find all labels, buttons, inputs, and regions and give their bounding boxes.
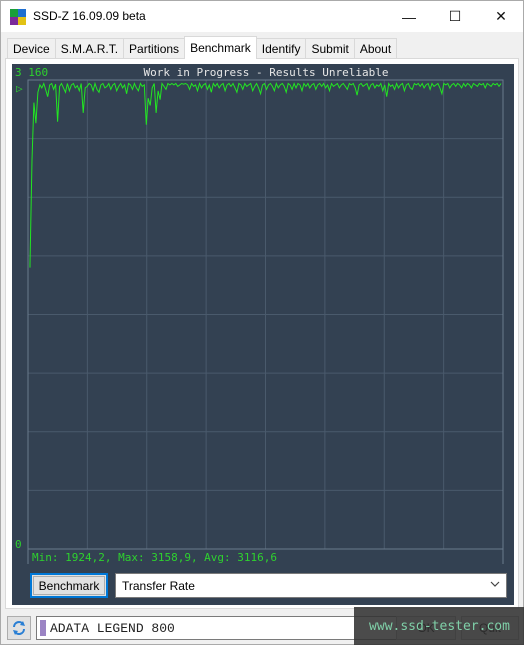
maximize-button[interactable]: ☐ <box>432 1 478 32</box>
app-window: SSD-Z 16.09.09 beta — ☐ ✕ Device S.M.A.R… <box>0 0 524 645</box>
chart-grid <box>28 80 503 549</box>
chart-title: Work in Progress - Results Unreliable <box>143 66 388 79</box>
drive-name: ADATA LEGEND 800 <box>50 621 175 636</box>
close-icon: ✕ <box>495 8 507 24</box>
window-title: SSD-Z 16.09.09 beta <box>33 9 146 23</box>
current-level-marker-icon: ▷ <box>16 82 23 95</box>
title-bar: SSD-Z 16.09.09 beta — ☐ ✕ <box>1 1 523 32</box>
benchmark-panel: 3 160 0 ▷ Work in Progress - Results Unr… <box>5 58 519 609</box>
tab-strip: Device S.M.A.R.T. Partitions Benchmark I… <box>7 36 398 59</box>
benchmark-button-label: Benchmark <box>38 578 100 593</box>
minimize-button[interactable]: — <box>386 1 432 32</box>
benchmark-mode-value: Transfer Rate <box>122 578 195 593</box>
minimize-icon: — <box>402 8 416 25</box>
close-button[interactable]: ✕ <box>478 1 524 32</box>
y-axis-max-label: 3 160 <box>15 66 48 79</box>
benchmark-button[interactable]: Benchmark <box>30 573 108 598</box>
tab-about[interactable]: About <box>353 38 398 59</box>
watermark: www.ssd-tester.com <box>354 607 524 645</box>
tab-identify[interactable]: Identify <box>255 38 307 59</box>
tab-submit[interactable]: Submit <box>305 38 355 59</box>
transfer-rate-chart: 3 160 0 ▷ Work in Progress - Results Unr… <box>15 66 504 564</box>
app-logo-icon <box>10 9 26 25</box>
tab-device[interactable]: Device <box>7 38 56 59</box>
chevron-down-icon <box>490 581 500 587</box>
chart-container: 3 160 0 ▷ Work in Progress - Results Unr… <box>12 64 514 605</box>
refresh-icon <box>13 621 25 635</box>
y-axis-min-label: 0 <box>15 538 22 551</box>
tab-benchmark[interactable]: Benchmark <box>184 36 257 59</box>
drive-color-swatch <box>40 620 46 636</box>
refresh-button[interactable] <box>7 616 31 640</box>
tab-smart[interactable]: S.M.A.R.T. <box>54 38 125 59</box>
stats-summary: Min: 1924,2, Max: 3158,9, Avg: 3116,6 <box>32 551 277 564</box>
benchmark-mode-select[interactable]: Transfer Rate <box>115 573 507 598</box>
tab-partitions[interactable]: Partitions <box>123 38 186 59</box>
maximize-icon: ☐ <box>448 8 462 24</box>
